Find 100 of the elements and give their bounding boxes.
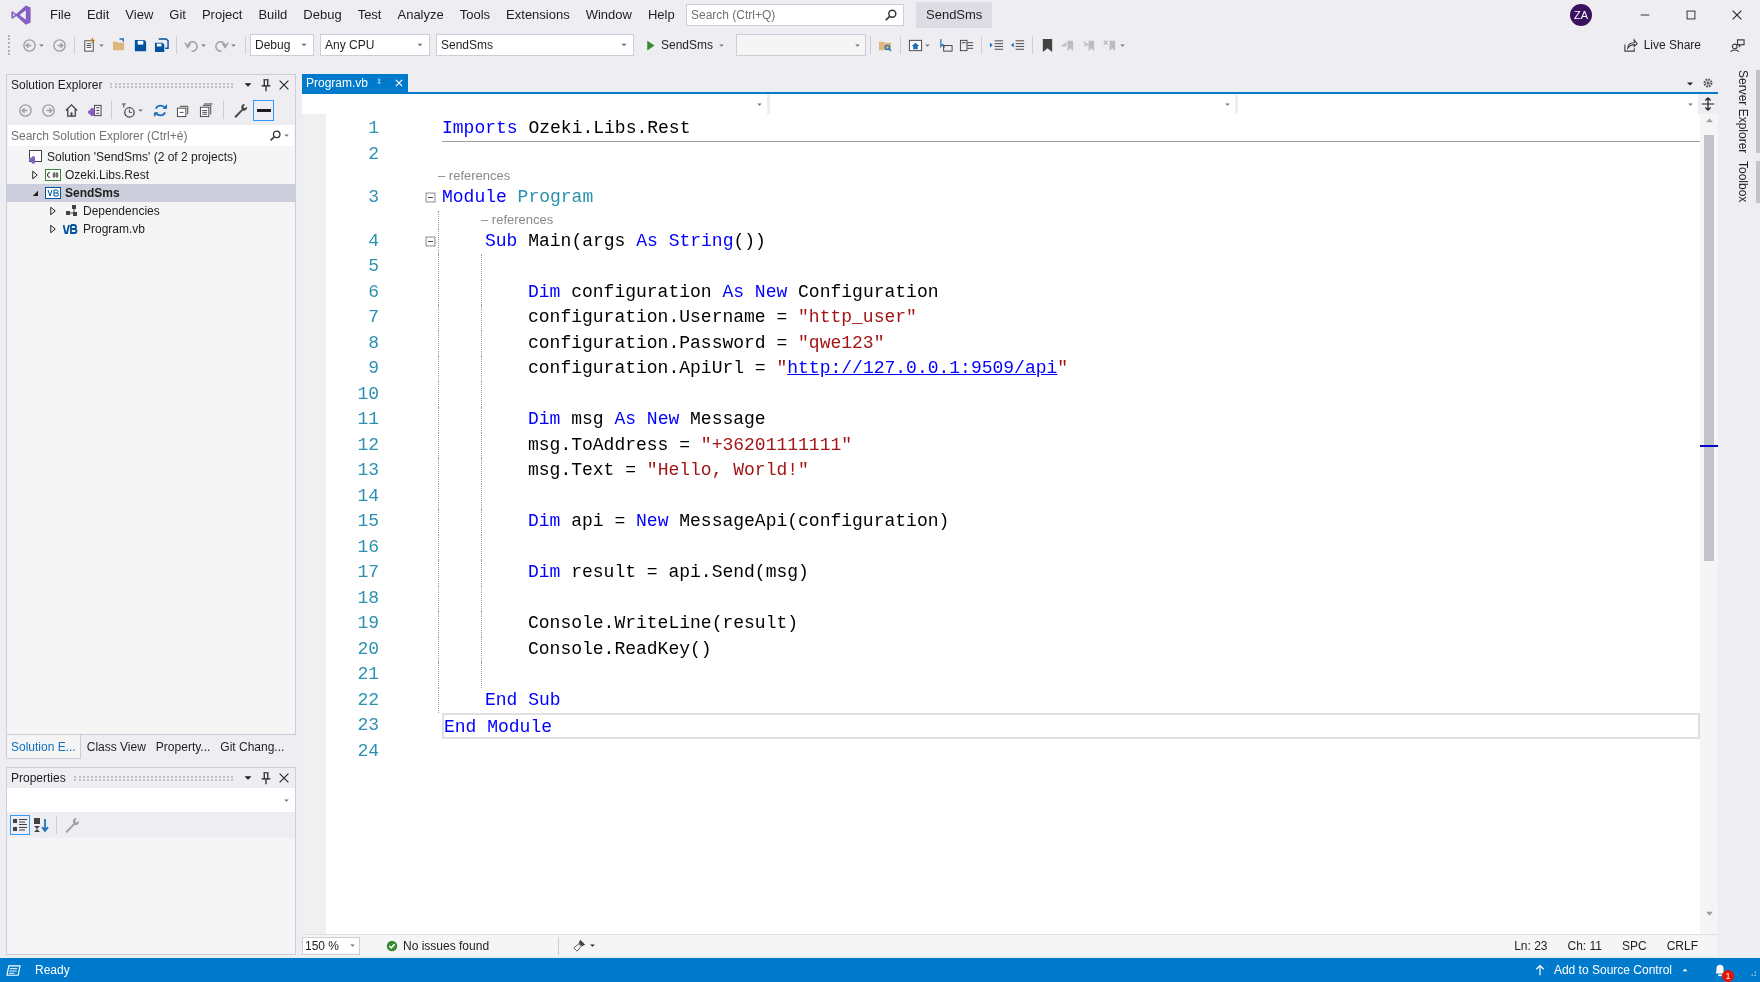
clock-icon <box>121 102 136 118</box>
code-link[interactable]: http://127.0.0.1:9509/api <box>787 358 1058 378</box>
menu-item[interactable]: Help <box>639 2 683 28</box>
whitespace-indicator[interactable]: SPC <box>1621 936 1647 955</box>
panel-tab[interactable]: Solution E... <box>6 735 81 759</box>
panel-tab[interactable]: Git Chang... <box>216 735 289 759</box>
column-indicator[interactable]: Ch: 11 <box>1567 936 1602 955</box>
browser-link-icon <box>908 37 924 53</box>
issues-status[interactable]: No issues found <box>403 936 490 955</box>
code-line: Module Program <box>442 186 595 209</box>
menu-item[interactable]: Build <box>250 2 296 28</box>
pin-icon[interactable] <box>259 78 273 92</box>
close-icon[interactable] <box>277 771 291 785</box>
categorized-button[interactable] <box>10 815 30 835</box>
preview-button[interactable] <box>253 99 274 121</box>
line-number: 5 <box>367 255 379 278</box>
solution-icon <box>27 149 43 165</box>
feedback-button[interactable] <box>1727 37 1748 53</box>
live-share-button[interactable]: Live Share <box>1622 36 1701 54</box>
code-line: Dim api = New MessageApi(configuration) <box>528 510 951 533</box>
code-cleanup-button[interactable] <box>573 939 597 952</box>
back-icon <box>22 37 37 53</box>
code-line: msg.ToAddress = "+36201111111" <box>528 433 854 457</box>
tree-item[interactable]: Dependencies <box>7 202 295 220</box>
maximize-icon <box>1684 8 1698 22</box>
menu-item[interactable]: Window <box>577 2 640 28</box>
collapsed-arrow-icon[interactable] <box>47 223 59 235</box>
menu-item[interactable]: Extensions <box>498 2 578 28</box>
settings-icon[interactable] <box>1702 77 1714 89</box>
collapse-icon[interactable] <box>424 191 437 205</box>
line-indicator[interactable]: Ln: 23 <box>1514 936 1548 955</box>
configuration-dropdown[interactable]: Debug <box>250 34 314 56</box>
code-line: Dim configuration As New Configuration <box>528 280 940 304</box>
panel-tab[interactable]: Property... <box>151 735 215 759</box>
tree-item[interactable]: Program.vb <box>7 220 295 238</box>
menu-item[interactable]: Tools <box>451 2 499 28</box>
side-tab[interactable]: Toolbox <box>1730 161 1760 203</box>
menu-item[interactable]: Debug <box>295 2 350 28</box>
search-field[interactable]: Search Solution Explorer (Ctrl+é) <box>8 125 294 146</box>
categorized-list-icon <box>12 817 28 833</box>
source-control-button[interactable]: Add to Source Control <box>1533 961 1690 979</box>
pin-icon[interactable] <box>259 771 273 785</box>
menu-item[interactable]: Git <box>161 2 194 28</box>
search-field[interactable]: Search (Ctrl+Q) <box>686 4 904 26</box>
caret-icon <box>588 941 597 950</box>
collapsed-arrow-icon[interactable] <box>29 169 41 181</box>
indent-icon <box>989 37 1005 53</box>
tree-item[interactable]: Solution 'SendSms' (2 of 2 projects) <box>7 148 295 166</box>
line-number: 19 <box>356 612 379 635</box>
split-icon[interactable] <box>1701 97 1715 111</box>
menu-item[interactable]: Test <box>349 2 390 28</box>
menu-item[interactable]: File <box>42 2 79 28</box>
bell-icon <box>1713 963 1727 977</box>
line-endings-indicator[interactable]: CRLF <box>1666 936 1698 955</box>
side-tab[interactable]: Server Explorer <box>1730 70 1760 154</box>
wrench-icon <box>233 102 248 118</box>
close-icon <box>1730 8 1744 22</box>
line-number: 12 <box>356 433 379 457</box>
scroll-thumb[interactable] <box>1704 135 1714 561</box>
forward-icon <box>41 102 56 118</box>
tree-item[interactable]: Ozeki.Libs.Rest <box>7 166 295 184</box>
refresh-icon <box>153 102 168 118</box>
line-number: 17 <box>356 561 379 584</box>
tree-item[interactable]: SendSms <box>7 184 295 202</box>
menu-item[interactable]: Analyze <box>389 2 452 28</box>
collapsed-arrow-icon[interactable] <box>47 205 59 217</box>
line-number: 21 <box>356 663 379 686</box>
open-folder-icon <box>112 37 127 53</box>
vb-project-icon <box>45 185 61 201</box>
window-title: SendSms <box>916 2 993 28</box>
line-number: 11 <box>356 408 379 431</box>
step-into-icon <box>938 37 954 53</box>
close-icon[interactable] <box>277 78 291 92</box>
collapse-icon[interactable] <box>424 234 437 248</box>
startup-project-dropdown[interactable]: SendSms <box>436 34 634 56</box>
code-lens[interactable]: – references <box>481 210 554 229</box>
platform-dropdown[interactable]: Any CPU <box>320 34 430 56</box>
vertical-scrollbar[interactable] <box>1700 114 1718 934</box>
alphabetical-button[interactable] <box>32 816 50 834</box>
run-button[interactable]: SendSms <box>640 36 731 54</box>
panel-tab[interactable]: Class View <box>82 735 150 759</box>
user-avatar[interactable]: ZA <box>1570 4 1592 26</box>
code-line: End Sub <box>485 688 562 712</box>
check-icon <box>386 939 398 952</box>
code-line: Dim msg As New Message <box>528 408 767 431</box>
line-number: 9 <box>367 357 379 380</box>
zoom-dropdown[interactable]: 150 % <box>302 936 360 955</box>
code-line: Console.WriteLine(result) <box>528 612 800 635</box>
menu-item[interactable]: Project <box>193 2 251 28</box>
feedback-icon <box>1730 37 1745 53</box>
code-lens[interactable]: – references <box>438 167 511 185</box>
panel-title: Properties <box>11 770 66 787</box>
line-number: 24 <box>356 739 379 763</box>
menu-item[interactable]: View <box>117 2 162 28</box>
panel-title: Solution Explorer <box>11 77 103 94</box>
code-line: Dim result = api.Send(msg) <box>528 561 810 584</box>
line-number: 20 <box>356 637 379 661</box>
menu-item[interactable]: Edit <box>78 2 118 28</box>
line-number: 1 <box>367 117 379 140</box>
caret-icon <box>282 131 291 140</box>
